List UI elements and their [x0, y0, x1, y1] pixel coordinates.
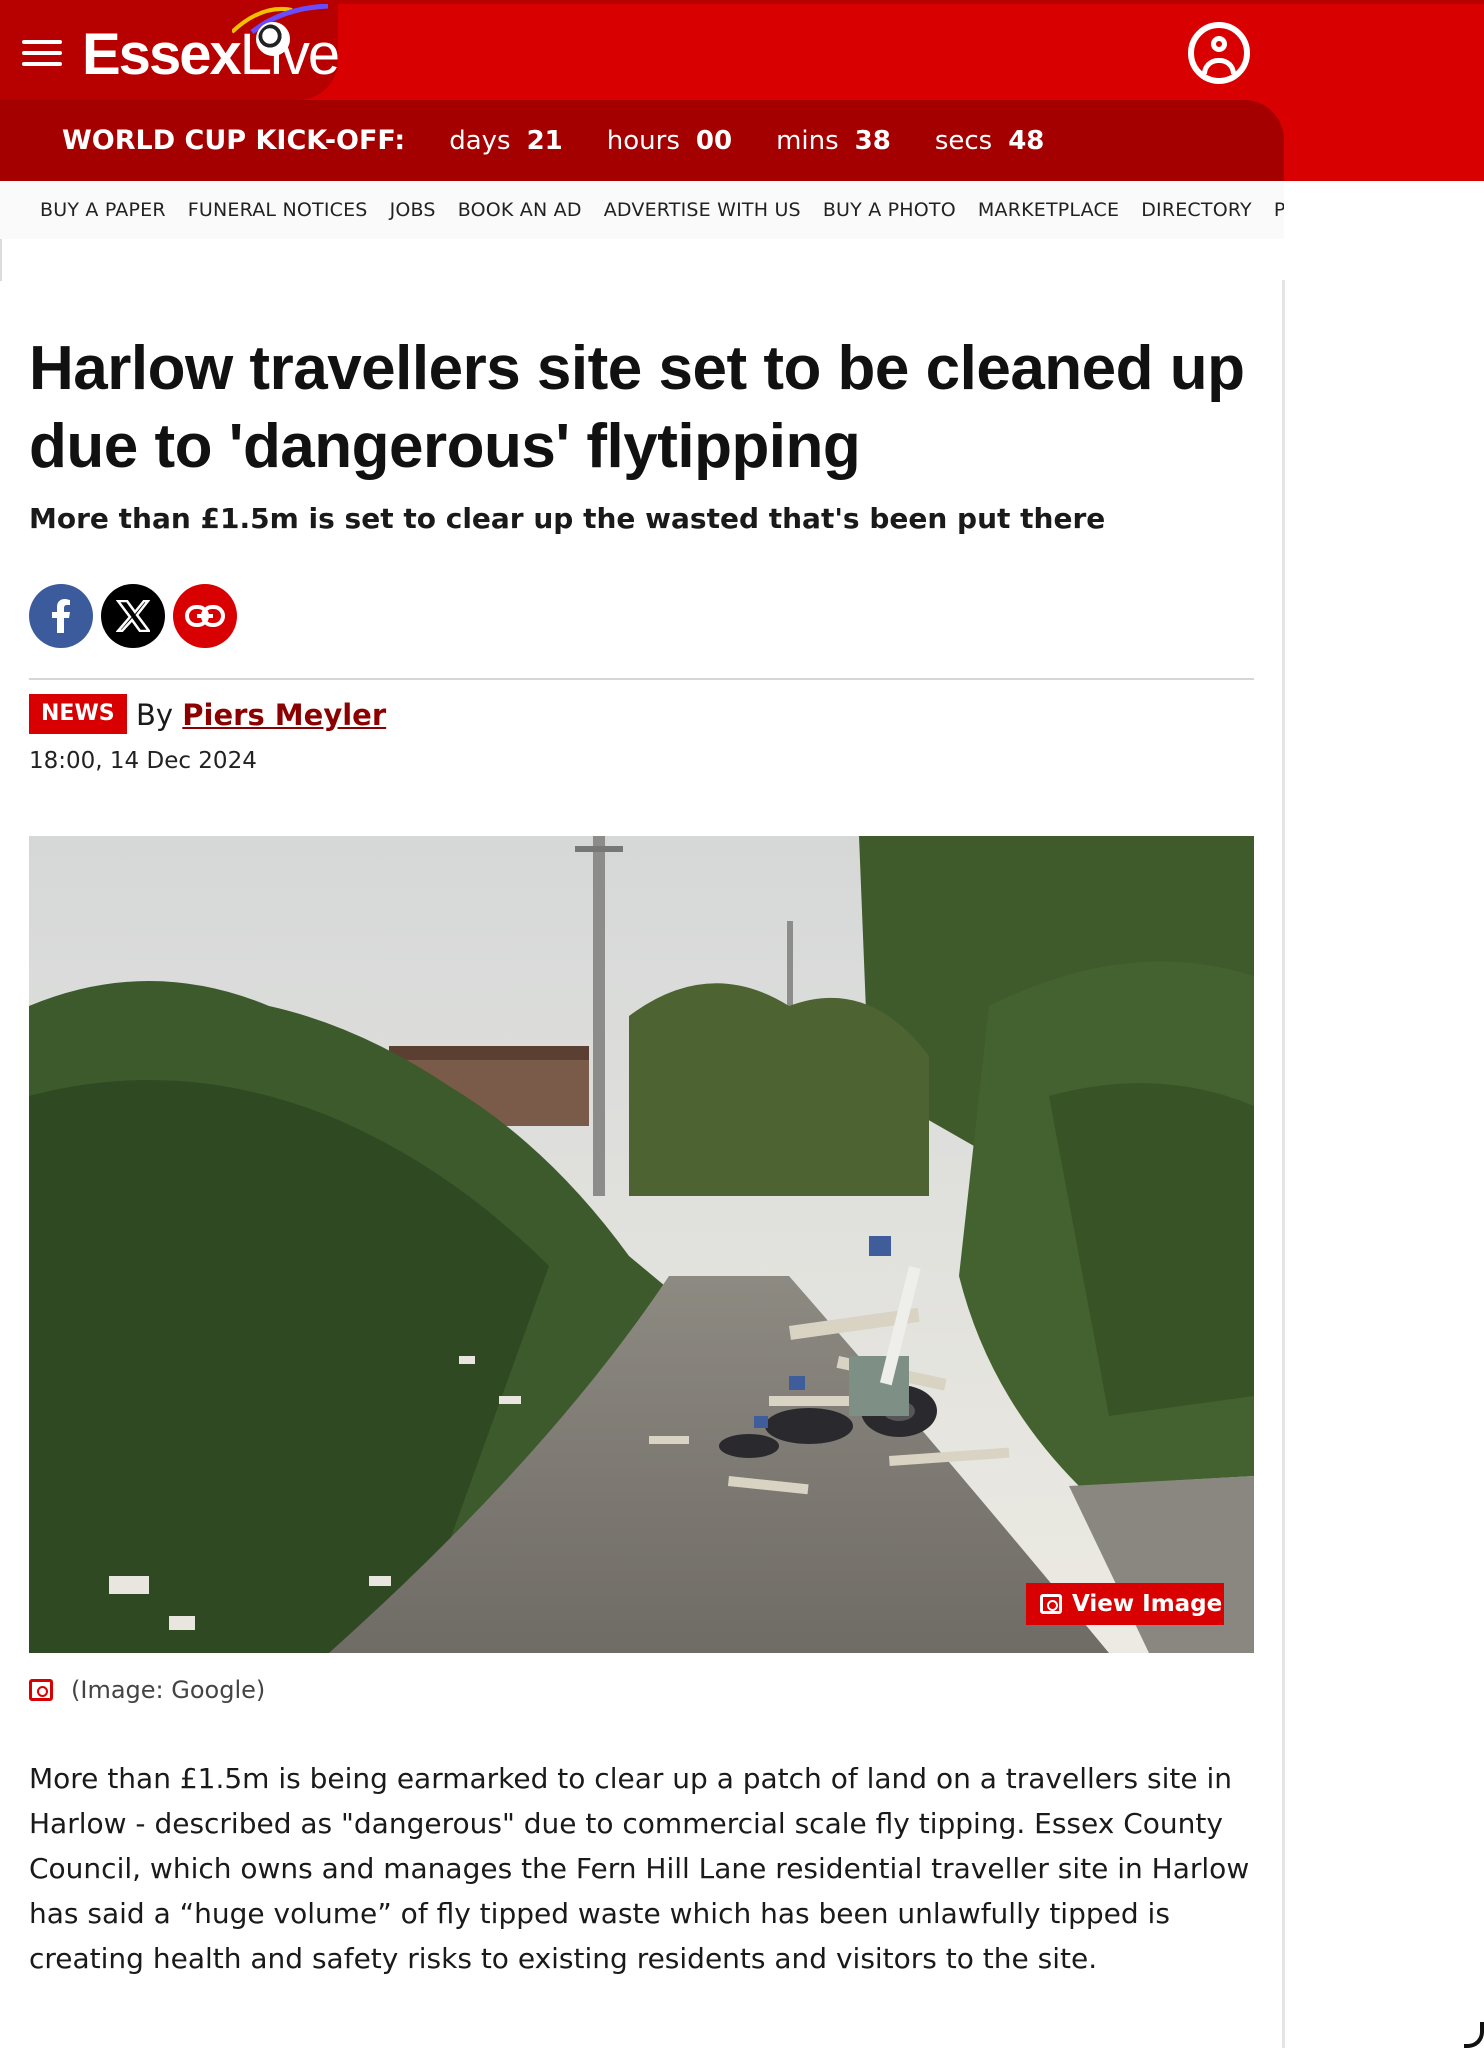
- caption-text: (Image: Google): [71, 1676, 266, 1704]
- countdown-mins-value: 38: [854, 125, 891, 156]
- article-subhead: More than £1.5m is set to clear up the w…: [29, 502, 1106, 535]
- nav-advertise-with-us[interactable]: ADVERTISE WITH US: [604, 199, 801, 221]
- view-image-button[interactable]: View Image: [1026, 1583, 1224, 1625]
- countdown-hours-value: 00: [695, 125, 733, 156]
- nav-pub[interactable]: PUB: [1274, 199, 1284, 221]
- image-caption: (Image: Google): [29, 1676, 265, 1704]
- x-share-button[interactable]: [101, 584, 165, 648]
- football-icon: [256, 22, 290, 56]
- countdown-label: WORLD CUP KICK-OFF:: [62, 125, 406, 156]
- article-headline: Harlow travellers site set to be cleaned…: [29, 334, 1245, 481]
- byline-prefix: By: [136, 698, 174, 732]
- nav-buy-a-paper[interactable]: BUY A PAPER: [40, 199, 166, 221]
- article-body-paragraph: More than £1.5m is being earmarked to cl…: [29, 1762, 1250, 1975]
- flytipping-lane-image: [29, 836, 1254, 1653]
- countdown-hours-unit: hours: [606, 125, 680, 156]
- nav-buy-a-photo[interactable]: BUY A PHOTO: [823, 199, 956, 221]
- facebook-icon: [52, 599, 70, 633]
- view-image-label: View Image: [1072, 1591, 1223, 1617]
- edge-fragment: [1464, 2022, 1484, 2048]
- nav-divider: [0, 239, 2, 281]
- author-link[interactable]: Piers Meyler: [182, 698, 386, 732]
- share-buttons: [29, 584, 245, 648]
- brand-area: EssexLive: [0, 4, 340, 100]
- nav-funeral-notices[interactable]: FUNERAL NOTICES: [188, 199, 368, 221]
- countdown-mins-unit: mins: [776, 125, 839, 156]
- camera-icon: [1040, 1594, 1062, 1614]
- countdown-days-value: 21: [526, 125, 563, 156]
- nav-jobs[interactable]: JOBS: [390, 199, 436, 221]
- x-icon: [116, 600, 150, 632]
- secondary-nav: BUY A PAPER FUNERAL NOTICES JOBS BOOK AN…: [0, 181, 1284, 239]
- countdown-secs-unit: secs: [934, 125, 993, 156]
- article-photo[interactable]: [29, 836, 1254, 1653]
- camera-icon: [29, 1679, 53, 1701]
- world-cup-countdown: WORLD CUP KICK-OFF: days 21 hours 00 min…: [0, 100, 1284, 181]
- nav-marketplace[interactable]: MARKETPLACE: [978, 199, 1119, 221]
- facebook-share-button[interactable]: [29, 584, 93, 648]
- byline: By Piers Meyler: [136, 698, 386, 732]
- account-icon[interactable]: [1188, 22, 1250, 84]
- hamburger-menu-icon[interactable]: [22, 40, 62, 70]
- nav-book-an-ad[interactable]: BOOK AN AD: [458, 199, 582, 221]
- publish-date: 18:00, 14 Dec 2024: [29, 748, 257, 774]
- countdown-days-unit: days: [449, 125, 511, 156]
- content-right-border: [1282, 280, 1285, 2048]
- byline-divider: [29, 678, 1254, 680]
- link-icon: [185, 605, 225, 627]
- countdown-secs-value: 48: [1008, 125, 1045, 156]
- nav-directory[interactable]: DIRECTORY: [1141, 199, 1252, 221]
- copy-link-button[interactable]: [173, 584, 237, 648]
- category-badge[interactable]: NEWS: [29, 694, 127, 734]
